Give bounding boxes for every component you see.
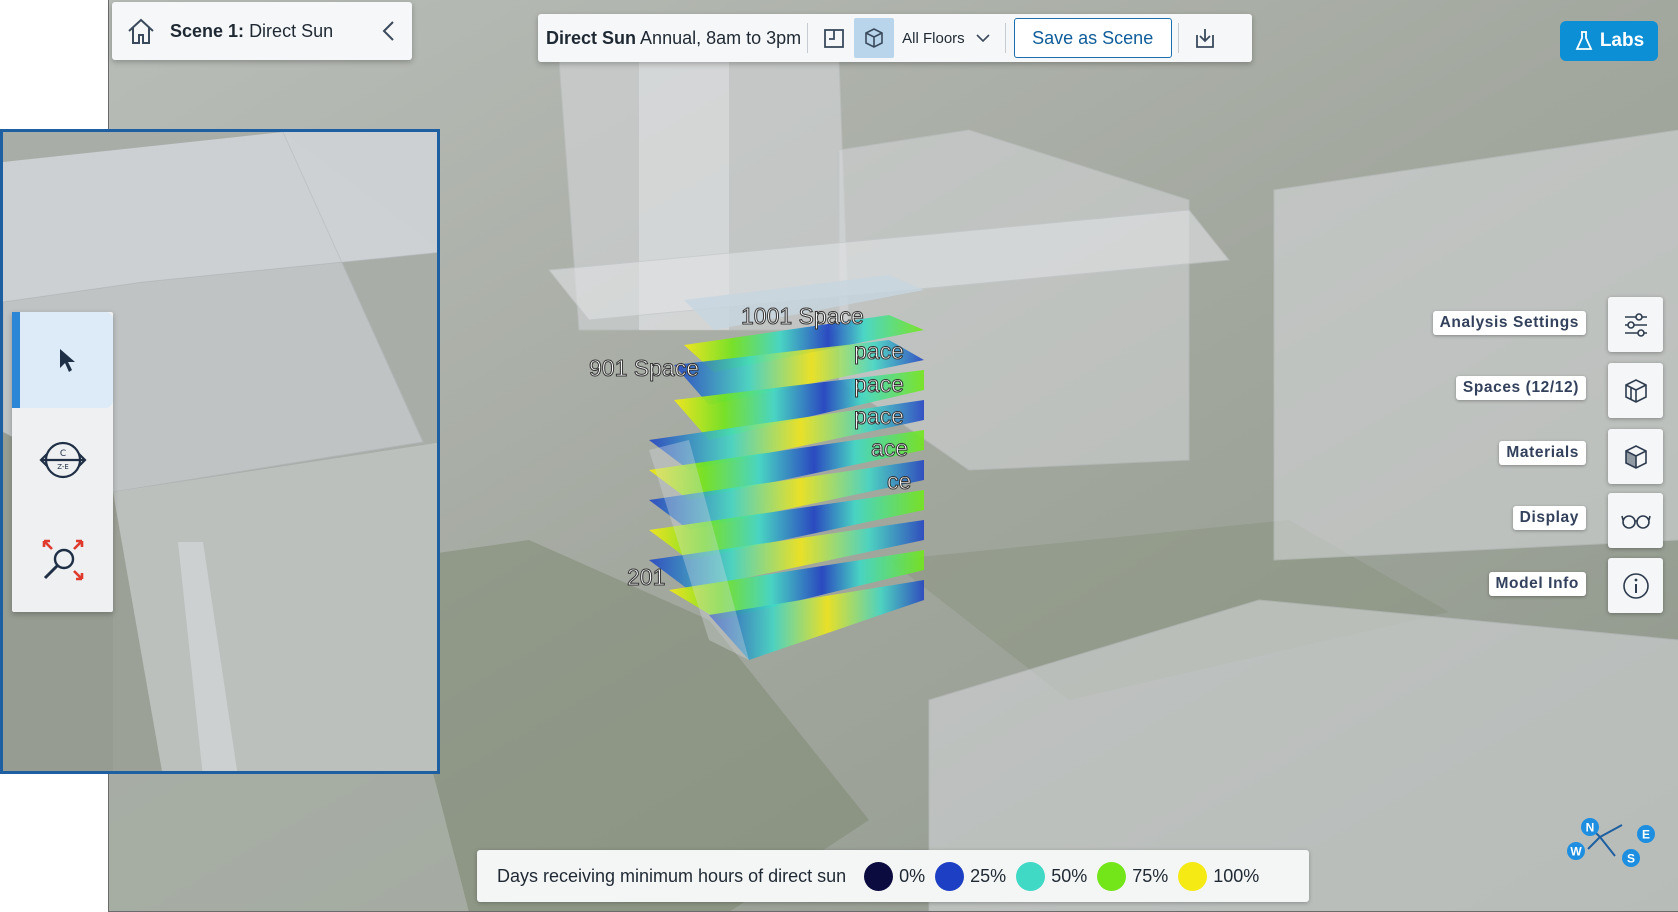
display-button[interactable] <box>1608 493 1663 548</box>
legend-swatch <box>935 861 965 891</box>
scene-name-label: Scene 1: <box>170 20 245 41</box>
legend-stop-label: 100% <box>1213 865 1260 886</box>
orbit-icon: C Z-E <box>38 441 87 479</box>
3d-view-icon <box>865 28 883 48</box>
scene-panel: Scene 1: Direct Sun <box>112 2 412 60</box>
spaces-button[interactable] <box>1608 363 1663 418</box>
home-button[interactable] <box>112 2 170 60</box>
legend-stop-label: 50% <box>1051 865 1088 886</box>
space-label-partial: pace <box>854 403 904 429</box>
legend-swatch <box>1178 861 1208 891</box>
spaces-icon <box>1624 378 1647 403</box>
svg-text:Z-E: Z-E <box>57 463 69 471</box>
download-icon <box>1195 29 1214 48</box>
space-label-partial: ce <box>887 468 911 494</box>
analysis-settings-label[interactable]: Analysis Settings <box>1432 311 1586 335</box>
compass-south-label: S <box>1627 852 1635 866</box>
space-label-partial: pace <box>854 371 904 397</box>
analysis-toolbar: Direct Sun Annual, 8am to 3pm All Floors… <box>538 14 1252 62</box>
legend-swatch <box>1097 861 1127 891</box>
sliders-icon <box>1624 312 1647 337</box>
collapse-panel-button[interactable] <box>366 2 412 60</box>
divider <box>1177 23 1179 53</box>
floor-select[interactable]: All Floors <box>894 30 999 47</box>
select-tool[interactable] <box>12 312 113 408</box>
scene-name-value: Direct Sun <box>249 20 334 41</box>
home-icon <box>128 18 154 44</box>
space-label-partial: ace <box>871 435 908 461</box>
model-info-button[interactable] <box>1608 558 1663 613</box>
analysis-settings-button[interactable] <box>1608 297 1663 352</box>
spaces-label[interactable]: Spaces (12/12) <box>1455 376 1586 400</box>
legend-stop-label: 0% <box>899 865 926 886</box>
download-button[interactable] <box>1185 18 1225 58</box>
chevron-down-icon <box>976 34 990 43</box>
plan-view-icon <box>824 29 845 48</box>
legend-title: Days receiving minimum hours of direct s… <box>497 865 847 886</box>
legend-stop: 25% <box>929 861 1007 891</box>
cursor-icon <box>59 349 75 372</box>
divider <box>807 23 809 53</box>
info-icon <box>1622 572 1649 599</box>
zoom-extents-tool[interactable] <box>12 512 113 608</box>
flask-icon <box>1575 31 1593 50</box>
color-legend: Days receiving minimum hours of direct s… <box>477 850 1309 902</box>
compass-north-label: N <box>1586 821 1595 835</box>
legend-swatch <box>1016 861 1046 891</box>
analysis-name: Direct Sun <box>546 27 637 48</box>
labs-button[interactable]: Labs <box>1560 21 1658 61</box>
space-label-201: 201 <box>627 564 665 590</box>
navigation-tools: C Z-E <box>12 312 113 612</box>
svg-text:C: C <box>59 449 65 459</box>
3d-view-button[interactable] <box>854 18 895 58</box>
legend-stop-label: 25% <box>970 865 1007 886</box>
compass-east-label: E <box>1642 828 1650 842</box>
analysis-detail: Annual, 8am to 3pm <box>640 27 802 48</box>
view-compass[interactable]: N E S W <box>1560 812 1660 872</box>
divider <box>1004 23 1006 53</box>
materials-label[interactable]: Materials <box>1499 441 1586 465</box>
legend-swatch <box>864 861 894 891</box>
compass-west-label: W <box>1570 845 1582 859</box>
floor-select-value: All Floors <box>902 29 965 47</box>
legend-stop: 100% <box>1172 861 1260 891</box>
legend-stop-label: 75% <box>1132 865 1169 886</box>
space-label-1001: 1001 Space <box>741 303 864 329</box>
materials-button[interactable] <box>1608 429 1663 484</box>
plan-view-button[interactable] <box>814 18 854 58</box>
legend-stop: 50% <box>1010 861 1088 891</box>
zoom-extents-icon <box>42 539 83 581</box>
display-label[interactable]: Display <box>1512 506 1586 530</box>
save-as-scene-button[interactable]: Save as Scene <box>1013 18 1172 58</box>
materials-icon <box>1624 444 1647 469</box>
legend-stop: 75% <box>1091 861 1169 891</box>
labs-label: Labs <box>1599 30 1645 51</box>
glasses-icon <box>1620 514 1651 529</box>
scene-title: Scene 1: Direct Sun <box>170 21 366 42</box>
toolbar-zoom-inset: C Z-E <box>0 129 440 774</box>
space-label-partial: pace <box>854 338 904 364</box>
analysis-title: Direct Sun Annual, 8am to 3pm <box>538 28 801 49</box>
space-label-901: 901 Space <box>589 355 699 381</box>
model-info-label[interactable]: Model Info <box>1488 572 1586 596</box>
legend-stop: 0% <box>858 861 926 891</box>
orbit-tool[interactable]: C Z-E <box>12 412 113 508</box>
chevron-left-icon <box>382 21 394 41</box>
